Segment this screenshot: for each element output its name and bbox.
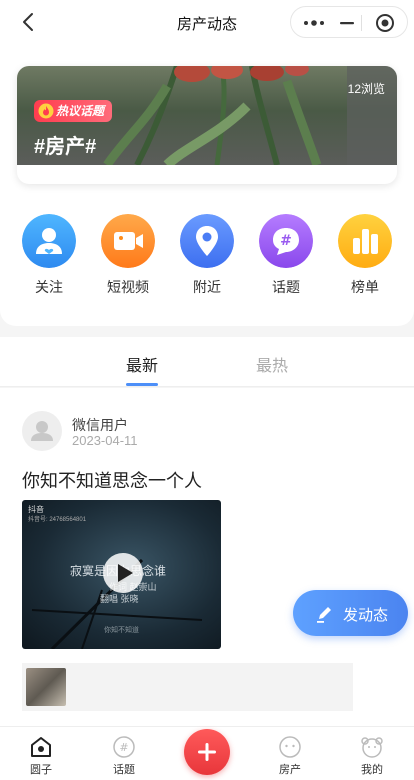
hot-topic-badge: 热议话题 xyxy=(34,100,113,122)
video-lyric: 你知不知道 xyxy=(104,627,139,634)
plus-icon xyxy=(198,743,216,761)
bottom-tab-bar: 圆子 # 话题 房产 我的 xyxy=(0,726,414,780)
mini-program-capsule xyxy=(290,6,408,38)
category-topic[interactable]: # 话题 xyxy=(251,214,321,297)
publish-plus-button[interactable] xyxy=(184,729,230,775)
topic-title: #房产# xyxy=(34,136,97,158)
category-follow[interactable]: 关注 xyxy=(14,214,84,297)
header-section: 12浏览 热议话题 #房产# 关注 短视频 附近 # 话题 榜单 xyxy=(0,44,414,326)
tab-mine[interactable]: 我的 xyxy=(342,735,402,777)
create-post-button[interactable]: 发动态 xyxy=(293,590,408,636)
tab-label: 我的 xyxy=(361,764,383,776)
top-nav-bar: 房产动态 xyxy=(0,0,414,44)
category-short-video[interactable]: 短视频 xyxy=(93,214,163,297)
ranking-icon xyxy=(338,214,392,268)
tulip-banner-image: 12浏览 热议话题 #房产# xyxy=(17,66,397,165)
douyin-id: 抖音号: 24768564801 xyxy=(28,517,87,523)
capsule-divider xyxy=(361,15,362,31)
category-row: 关注 短视频 附近 # 话题 榜单 xyxy=(0,214,414,304)
topic-bubble-icon: # xyxy=(113,736,135,758)
tab-label: 话题 xyxy=(113,764,135,776)
video-lyric: 翻唱 张晓 xyxy=(100,594,139,604)
tab-circle[interactable]: 圆子 xyxy=(11,735,71,777)
more-dots-icon[interactable] xyxy=(303,15,325,31)
close-target-icon[interactable] xyxy=(375,13,395,33)
play-icon xyxy=(118,564,133,582)
tab-label: 圆子 xyxy=(30,764,52,776)
hashtag-icon: # xyxy=(259,214,313,268)
category-label: 话题 xyxy=(272,279,300,295)
play-button[interactable] xyxy=(103,553,143,593)
minimize-icon[interactable] xyxy=(339,15,355,31)
house-face-icon xyxy=(279,736,301,758)
tab-latest[interactable]: 最新 xyxy=(102,352,182,376)
post-date: 2023-04-11 xyxy=(72,433,138,448)
post-author[interactable]: 微信用户 xyxy=(72,415,128,435)
tab-label: 房产 xyxy=(279,764,301,776)
svg-text:#: # xyxy=(280,233,292,249)
tab-house[interactable]: 房产 xyxy=(260,735,320,777)
default-avatar-icon xyxy=(31,421,53,441)
feed-list: 微信用户 2023-04-11 你知不知道思念一个人 抖音 抖音号: 24768… xyxy=(0,388,414,726)
home-circle-icon xyxy=(31,737,51,757)
category-label: 附近 xyxy=(193,279,221,295)
post-text[interactable]: 你知不知道思念一个人 xyxy=(22,467,202,493)
category-label: 短视频 xyxy=(107,279,149,295)
fire-icon xyxy=(38,103,54,119)
video-camera-icon xyxy=(101,214,155,268)
view-count: 12浏览 xyxy=(347,82,385,96)
attachment-strip[interactable] xyxy=(22,663,353,711)
follow-icon xyxy=(22,214,76,268)
attachment-thumbnail[interactable] xyxy=(26,668,66,706)
tab-hottest[interactable]: 最热 xyxy=(232,352,312,376)
category-nearby[interactable]: 附近 xyxy=(172,214,242,297)
active-tab-indicator xyxy=(126,383,158,386)
svg-text:#: # xyxy=(119,741,128,754)
avatar[interactable] xyxy=(22,411,62,451)
location-pin-icon xyxy=(180,214,234,268)
category-ranking[interactable]: 榜单 xyxy=(330,214,400,297)
topic-banner-card[interactable]: 12浏览 热议话题 #房产# xyxy=(17,66,397,184)
post-video[interactable]: 抖音 抖音号: 24768564801 寂寞是因为思念谁 作词 赵崇山 翻唱 张… xyxy=(22,500,221,649)
category-label: 榜单 xyxy=(351,279,379,295)
create-post-label: 发动态 xyxy=(343,607,389,624)
hot-topic-label: 热议话题 xyxy=(56,104,105,118)
profile-bear-icon xyxy=(361,737,383,758)
edit-pen-icon xyxy=(317,607,331,623)
tab-topic[interactable]: # 话题 xyxy=(94,735,154,777)
feed-tabs: 最新 最热 xyxy=(0,337,414,387)
category-label: 关注 xyxy=(35,279,63,295)
